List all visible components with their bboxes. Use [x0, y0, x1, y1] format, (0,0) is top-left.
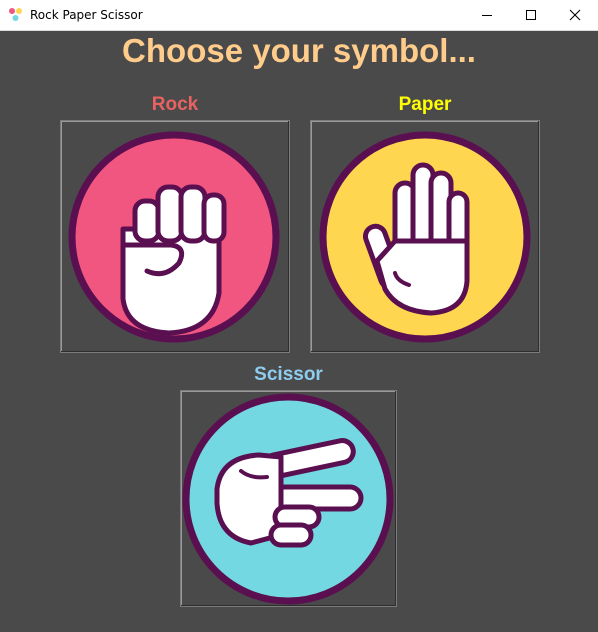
scissor-label: Scissor [254, 364, 323, 385]
paper-label: Paper [398, 94, 452, 115]
rock-fist-icon [68, 131, 280, 343]
page-title: Choose your symbol... [122, 32, 476, 69]
title-bar: Rock Paper Scissor [0, 0, 598, 31]
paper-hand-icon [319, 131, 531, 343]
maximize-button[interactable] [508, 0, 554, 30]
rock-label: Rock [151, 94, 199, 115]
game-icon [9, 8, 22, 21]
minimize-button[interactable] [464, 0, 510, 30]
rock-button[interactable] [60, 120, 290, 353]
paper-button[interactable] [310, 120, 540, 353]
close-button[interactable] [552, 0, 598, 30]
minimize-icon [482, 15, 492, 16]
scissor-button[interactable] [180, 390, 397, 607]
window-title: Rock Paper Scissor [30, 8, 143, 22]
scissor-hand-icon [182, 393, 394, 605]
close-icon [569, 9, 581, 21]
maximize-icon [526, 10, 536, 20]
